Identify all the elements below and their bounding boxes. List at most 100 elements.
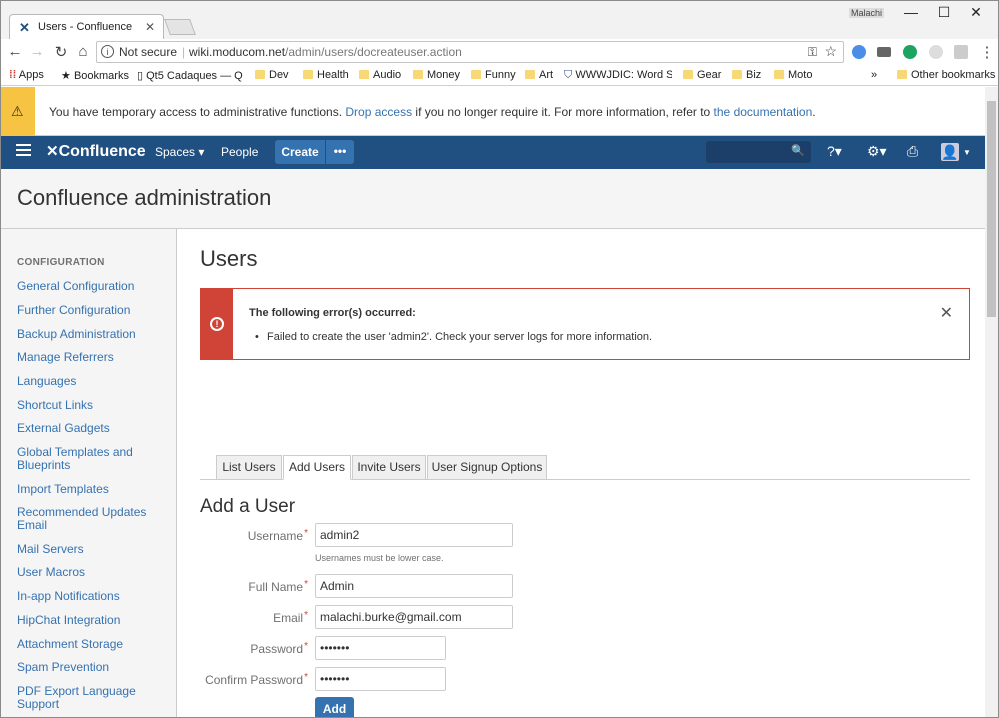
tab-close-icon[interactable]: ✕ (145, 20, 155, 34)
label-text: Username (247, 529, 304, 543)
bookmark-bookmarks[interactable]: ★ Bookmarks (61, 69, 129, 82)
bookmark-wwwjdic[interactable]: ⛉ WWWJDIC: Word Sea (564, 69, 672, 82)
sidebar-item-global-templates[interactable]: Global Templates and Blueprints (17, 446, 137, 472)
confirm-password-label: Confirm Password* (183, 672, 308, 687)
username-field[interactable] (315, 523, 513, 547)
url-host: wiki.moducom.net (189, 45, 286, 59)
sidebar-item-recommended-updates[interactable]: Recommended Updates Email (17, 506, 147, 532)
hamburger-menu-icon[interactable] (16, 144, 31, 156)
sidebar-item-languages[interactable]: Languages (17, 375, 167, 388)
confirm-password-field[interactable] (315, 667, 446, 691)
required-marker: * (304, 528, 308, 539)
back-icon[interactable]: ← (5, 43, 25, 60)
people-link[interactable]: People (221, 145, 258, 159)
user-avatar-icon[interactable]: 👤 (941, 143, 959, 161)
sidebar-item-user-macros[interactable]: User Macros (17, 566, 167, 579)
shield-icon: ⛉ (564, 69, 573, 81)
sidebar-item-general-configuration[interactable]: General Configuration (17, 280, 167, 293)
bookmark-funny[interactable]: Funny (471, 69, 516, 81)
extension-icon[interactable] (852, 45, 866, 59)
chevron-down-icon[interactable]: ▼ (963, 148, 971, 157)
password-field[interactable] (315, 636, 446, 660)
sidebar-heading: CONFIGURATION (17, 257, 105, 268)
sidebar-item-in-app-notifications[interactable]: In-app Notifications (17, 590, 167, 603)
username-hint: Usernames must be lower case. (315, 553, 444, 563)
bookmark-money[interactable]: Money (413, 69, 460, 81)
new-tab-button[interactable] (164, 19, 196, 35)
browser-window: ✕ Users - Confluence ✕ Malachi — ☐ ✕ ← →… (0, 0, 999, 718)
sidebar-item-manage-referrers[interactable]: Manage Referrers (17, 351, 167, 364)
extension-box-icon[interactable] (954, 45, 968, 59)
bookmark-label: Bookmarks (73, 70, 129, 82)
close-window-icon[interactable]: ✕ (961, 4, 991, 24)
sidebar-item-shortcut-links[interactable]: Shortcut Links (17, 399, 167, 412)
tab-invite-users[interactable]: Invite Users (352, 455, 426, 480)
bookmark-gear[interactable]: Gear (683, 69, 721, 81)
extension-grey-icon[interactable] (929, 45, 943, 59)
fullname-field[interactable] (315, 574, 513, 598)
create-more-button[interactable]: ••• (326, 140, 354, 164)
info-icon[interactable]: i (101, 45, 114, 58)
bookmark-dev[interactable]: Dev (255, 69, 289, 81)
tab-user-signup-options[interactable]: User Signup Options (427, 455, 547, 480)
bookmark-health[interactable]: Health (303, 69, 349, 81)
sidebar-item-import-templates[interactable]: Import Templates (17, 483, 167, 496)
email-field[interactable] (315, 605, 513, 629)
sidebar-item-pdf-export[interactable]: PDF Export Language Support (17, 685, 147, 711)
bookmark-label: Funny (485, 69, 516, 81)
sidebar-item-hipchat-integration[interactable]: HipChat Integration (17, 614, 167, 627)
bookmark-qt5[interactable]: ▯ Qt5 Cadaques — Qt5 (137, 69, 243, 82)
tab-strip: ✕ Users - Confluence ✕ Malachi — ☐ ✕ (1, 1, 998, 40)
browser-tab[interactable]: ✕ Users - Confluence ✕ (9, 14, 164, 40)
url-field[interactable]: i Not secure | wiki.moducom.net/admin/us… (96, 41, 844, 63)
profile-name[interactable]: Malachi (849, 8, 885, 18)
close-icon[interactable]: ✕ (940, 303, 953, 323)
minimize-icon[interactable]: — (896, 4, 926, 24)
bookmark-art[interactable]: Art (525, 69, 553, 81)
folder-icon (303, 70, 313, 79)
help-menu-icon[interactable]: ?▾ (827, 143, 842, 160)
spaces-menu[interactable]: Spaces ▾ (155, 145, 204, 159)
bookmark-biz[interactable]: Biz (732, 69, 761, 81)
menu-dots-icon[interactable]: ⋮ (977, 43, 997, 61)
bookmarks-overflow-icon[interactable]: » (871, 69, 877, 81)
confluence-logo[interactable]: ✕Confluence (46, 142, 146, 161)
tab-add-users[interactable]: Add Users (283, 455, 351, 480)
bookmark-label: Art (539, 69, 554, 81)
search-input[interactable]: 🔍 (706, 141, 811, 163)
drop-access-link[interactable]: Drop access (345, 105, 412, 119)
sidebar-item-mail-servers[interactable]: Mail Servers (17, 543, 167, 556)
extension-green-icon[interactable] (903, 45, 917, 59)
bookmark-moto[interactable]: Moto (774, 69, 812, 81)
page-scrollbar[interactable] (985, 87, 998, 717)
inbox-icon[interactable]: ⎙ (907, 143, 918, 160)
bookmark-label: Biz (746, 69, 762, 81)
sidebar-item-attachment-storage[interactable]: Attachment Storage (17, 638, 167, 651)
maximize-icon[interactable]: ☐ (929, 4, 959, 24)
scrollbar-thumb[interactable] (987, 101, 996, 317)
bookmark-audio[interactable]: Audio (359, 69, 401, 81)
bookmark-label: Audio (373, 69, 402, 81)
forward-icon[interactable]: → (27, 43, 47, 60)
key-icon[interactable]: ⚿ (808, 45, 817, 60)
documentation-link[interactable]: the documentation (714, 105, 813, 119)
home-icon[interactable]: ⌂ (73, 43, 93, 60)
tab-list-users[interactable]: List Users (216, 455, 282, 480)
folder-icon (255, 70, 265, 79)
label-text: Password (250, 642, 304, 656)
mail-icon[interactable] (877, 47, 891, 57)
create-button[interactable]: Create (275, 140, 325, 164)
add-user-button[interactable]: Add (315, 697, 354, 717)
sidebar-item-spam-prevention[interactable]: Spam Prevention (17, 661, 167, 674)
sidebar-item-external-gadgets[interactable]: External Gadgets (17, 422, 167, 435)
bookmark-star-icon[interactable]: ☆ (824, 43, 837, 60)
sidebar-item-further-configuration[interactable]: Further Configuration (17, 304, 167, 317)
bookmark-apps[interactable]: ⁞⁞ Apps (9, 69, 44, 81)
bookmark-label: Apps (18, 69, 44, 81)
sidebar-item-backup-administration[interactable]: Backup Administration (17, 328, 167, 341)
bookmark-other[interactable]: Other bookmarks (897, 69, 995, 81)
confluence-header: ✕Confluence Spaces ▾ People Create ••• 🔍… (1, 136, 985, 169)
reload-icon[interactable]: ↻ (51, 43, 71, 61)
password-label: Password* (183, 641, 308, 656)
settings-menu-icon[interactable]: ⚙▾ (867, 143, 887, 160)
